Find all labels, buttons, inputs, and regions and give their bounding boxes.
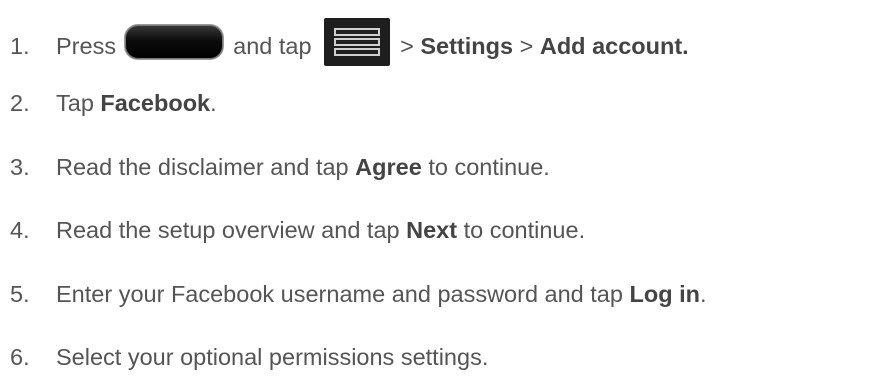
step-keyword-add-account: Add account. [539,33,689,59]
step-text: Select your optional permissions setting… [56,344,489,370]
step-separator: > [519,33,534,59]
step-text: and tap [233,33,312,59]
menu-key-icon [324,18,391,66]
step-separator: > [400,33,414,59]
step-text: Read the setup overview and tap [56,217,400,243]
step-number: 5. [10,281,30,307]
step-text: Read the disclaimer and tap [56,154,349,180]
home-key-icon [124,25,223,59]
step-text: to continue. [428,154,550,180]
step-keyword-agree: Agree [355,154,422,180]
step-5: 5. Enter your Facebook username and passw… [10,280,707,308]
instruction-steps: 1. Press and tap > Settings > Add account… [0,0,871,385]
step-keyword-facebook: Facebook [100,90,211,116]
step-text: Tap [56,90,94,116]
step-2: 2. Tap Facebook. [10,89,217,117]
step-number: 3. [10,154,30,180]
step-number: 2. [10,90,30,116]
step-number: 4. [10,217,30,243]
step-text: to continue. [463,217,586,243]
step-text: Press [56,33,117,59]
step-keyword-settings: Settings [420,33,514,59]
step-number: 1. [10,33,30,59]
step-text: . [210,90,217,116]
step-4: 4. Read the setup overview and tap Next t… [10,216,585,244]
step-6: 6. Select your optional permissions setti… [10,343,488,371]
step-3: 3. Read the disclaimer and tap Agree to c… [10,153,550,181]
step-number: 6. [10,344,30,370]
step-text: . [699,281,707,307]
step-text: Enter your Facebook username and passwor… [56,281,623,307]
step-1: 1. Press and tap > Settings > Add account… [10,18,689,66]
step-keyword-log-in: Log in [629,281,700,307]
step-keyword-next: Next [406,217,458,243]
